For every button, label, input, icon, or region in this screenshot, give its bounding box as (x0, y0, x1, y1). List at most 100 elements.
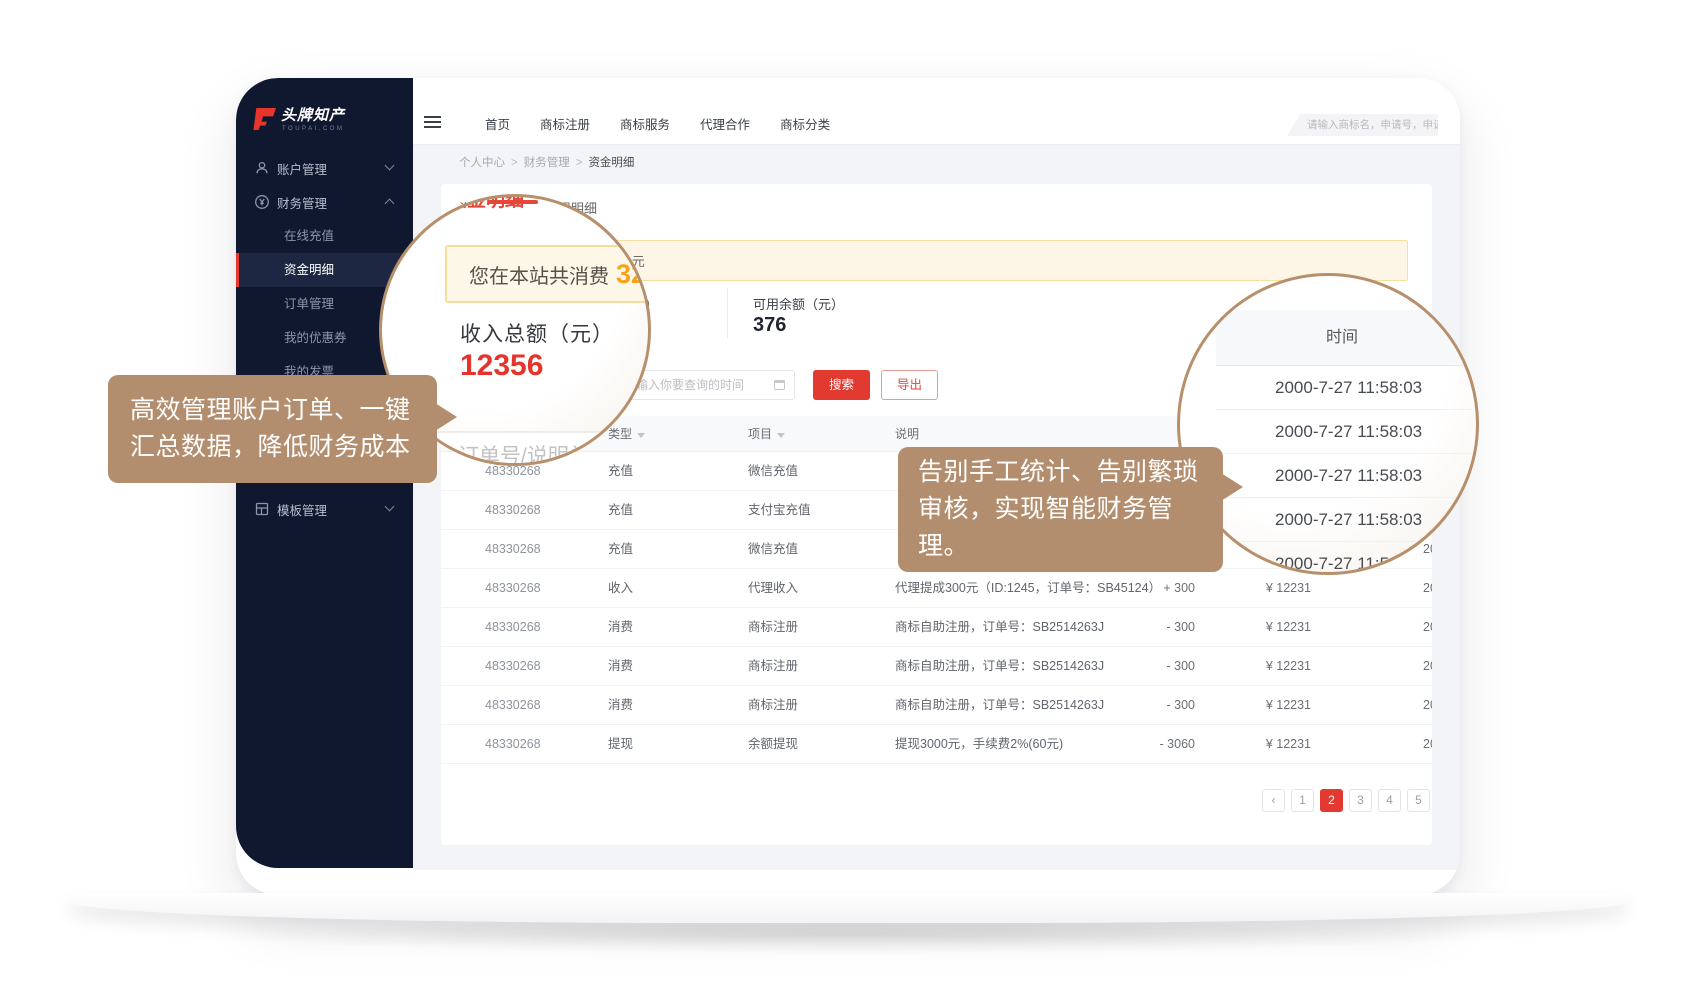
breadcrumb-separator: > (576, 157, 583, 169)
brand-name: 头牌知产 (281, 108, 345, 123)
callout-right-text: 告别手工统计、告别繁琐审核，实现智能财务管理。 (918, 458, 1199, 560)
magnified-keyword-input: 订单号/说明关键词 (434, 431, 651, 466)
cell-type: 消费 (608, 647, 633, 686)
search-button[interactable]: 搜索 (813, 370, 870, 400)
cell-project: 微信充值 (748, 452, 798, 491)
pagination-page-button[interactable]: 2 (1320, 789, 1343, 812)
cell-order: 48330268 (485, 686, 541, 725)
magnified-time-row: 2000-7-27 11:58:03 (1216, 410, 1479, 454)
top-navbar: 首页 商标注册 商标服务 代理合作 商标分类 请输入商标名，申请号，申请人 (413, 78, 1460, 145)
finance-icon (254, 194, 270, 210)
sort-caret-icon (777, 433, 785, 438)
magnified-time-row: 2000-7-27 11:58:03 (1216, 498, 1479, 542)
cell-type: 消费 (608, 686, 633, 725)
sidebar-subitem[interactable]: 在线充值 (236, 219, 413, 253)
table-row: 48330268 提现 余额提现 提现3000元，手续费2%(60元) - 30… (441, 725, 1432, 764)
calendar-icon (774, 380, 785, 390)
screenshot-stage: 头牌知产 TOUPAI.COM 账户管理 财务管理 (0, 0, 1696, 1002)
cell-time: 2000-7-27 11:58:03 (1423, 608, 1432, 647)
magnified-banner-text: 您在本站共消费 (469, 260, 609, 289)
magnified-tab-underline (488, 200, 538, 204)
cell-order: 48330268 (485, 491, 541, 530)
sidebar-subitem-label: 我的优惠券 (284, 331, 347, 345)
sidebar-subitem-label: 在线充值 (284, 229, 334, 243)
magnified-time-header: 时间 (1216, 310, 1479, 366)
breadcrumb: 个人中心 > 财务管理 > 资金明细 (459, 154, 634, 170)
cell-amount: + 300 (1081, 569, 1195, 608)
cell-order: 48330268 (485, 608, 541, 647)
cell-type: 充值 (608, 491, 633, 530)
active-indicator (236, 253, 239, 287)
callout-pointer (435, 403, 457, 431)
magnified-banner: 您在本站共消费 32124 元 (445, 245, 651, 303)
magnified-income-label: 收入总额（元） (460, 318, 614, 348)
cell-type: 充值 (608, 530, 633, 569)
brand-subtitle: TOUPAI.COM (282, 126, 345, 132)
topnav-item[interactable]: 商标服务 (620, 114, 670, 133)
brand-logo: 头牌知产 TOUPAI.COM (252, 108, 345, 132)
column-header-project-label: 项目 (748, 416, 772, 452)
cell-balance: ¥ 12231 (1205, 686, 1311, 725)
column-header-project[interactable]: 项目 (748, 416, 785, 452)
hamburger-menu-button[interactable] (424, 116, 441, 129)
topnav-item[interactable]: 商标分类 (780, 114, 830, 133)
brand-logo-icon (252, 108, 276, 130)
chevron-up-icon (385, 199, 395, 209)
cell-amount: - 300 (1081, 686, 1195, 725)
breadcrumb-separator: > (511, 157, 518, 169)
cell-balance: ¥ 12231 (1205, 608, 1311, 647)
time-input-placeholder: 输入你要查询的时间 (636, 378, 744, 392)
export-button[interactable]: 导出 (881, 370, 938, 400)
sidebar-item-finance[interactable]: 财务管理 (236, 186, 413, 218)
cell-project: 余额提现 (748, 725, 798, 764)
available-balance-label: 可用余额（元） (753, 294, 844, 313)
pagination-page-button[interactable]: 5 (1407, 789, 1430, 812)
cell-balance: ¥ 12231 (1205, 725, 1311, 764)
sidebar-item-account[interactable]: 账户管理 (236, 152, 413, 184)
cell-amount: - 3060 (1081, 725, 1195, 764)
cell-time: 2000-7-27 11:58:03 (1423, 725, 1432, 764)
template-icon (254, 501, 270, 517)
sidebar-item-label: 模板管理 (277, 500, 327, 519)
pagination-page-button[interactable]: 1 (1291, 789, 1314, 812)
cell-order: 48330268 (485, 530, 541, 569)
callout-left-text: 高效管理账户订单、一键汇总数据，降低财务成本 (130, 396, 411, 461)
cell-project: 代理收入 (748, 569, 798, 608)
topnav-item[interactable]: 代理合作 (700, 114, 750, 133)
topnav-item[interactable]: 首页 (485, 114, 510, 133)
cell-project: 微信充值 (748, 530, 798, 569)
cell-amount: - 300 (1081, 608, 1195, 647)
cell-project: 支付宝充值 (748, 491, 811, 530)
trademark-search-input[interactable]: 请输入商标名，申请号，申请人 (1287, 114, 1438, 136)
breadcrumb-link[interactable]: 个人中心 (459, 157, 505, 169)
magnified-banner-amount: 32124 (616, 259, 651, 290)
chevron-down-icon (385, 161, 395, 171)
table-row: 48330268 消费 商标注册 商标自助注册，订单号：SB2514263J -… (441, 608, 1432, 647)
cell-balance: ¥ 12231 (1205, 569, 1311, 608)
table-row: 48330268 消费 商标注册 商标自助注册，订单号：SB2514263J -… (441, 686, 1432, 725)
magnified-time-row: 2000-7-27 11:58:03 (1216, 366, 1479, 410)
table-row: 48330268 收入 代理收入 代理提成300元（ID:1245，订单号：SB… (441, 569, 1432, 608)
time-query-input[interactable]: 输入你要查询的时间 (625, 370, 795, 400)
cell-amount: - 300 (1081, 647, 1195, 686)
callout-left: 高效管理账户订单、一键汇总数据，降低财务成本 (108, 375, 437, 483)
breadcrumb-link[interactable]: 财务管理 (524, 157, 570, 169)
pagination-page-button[interactable]: 4 (1378, 789, 1401, 812)
cell-type: 收入 (608, 569, 633, 608)
pagination-prev-button[interactable]: ‹ (1262, 789, 1285, 812)
available-balance-value: 376 (753, 314, 786, 337)
sidebar-item-label: 账户管理 (277, 159, 327, 178)
pagination-pages: 12345 (1291, 789, 1430, 812)
topnav-item[interactable]: 商标注册 (540, 114, 590, 133)
table-row: 48330268 消费 商标注册 商标自助注册，订单号：SB2514263J -… (441, 647, 1432, 686)
cell-project: 商标注册 (748, 647, 798, 686)
magnified-income-value: 12356 (460, 349, 543, 383)
cell-order: 48330268 (485, 647, 541, 686)
cell-project: 商标注册 (748, 686, 798, 725)
sidebar-item-template[interactable]: 模板管理 (236, 493, 413, 525)
chevron-down-icon (385, 502, 395, 512)
cell-time: 2000-7-27 11:58:03 (1423, 569, 1432, 608)
pagination-page-button[interactable]: 3 (1349, 789, 1372, 812)
sidebar-subitem-label: 资金明细 (284, 263, 334, 277)
breadcrumb-current: 资金明细 (588, 157, 634, 169)
